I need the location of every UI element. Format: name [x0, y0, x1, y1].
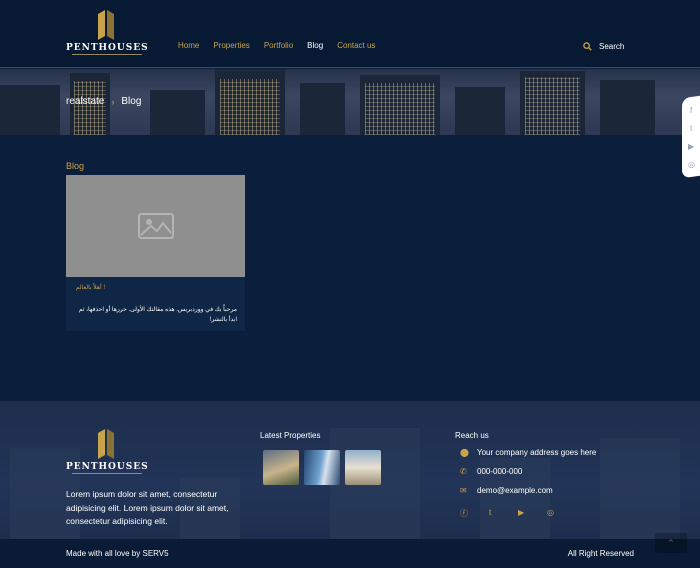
footer-logo-text: PENTHOUSES [66, 462, 149, 472]
facebook-icon[interactable]: ⓕ [460, 508, 489, 519]
twitter-icon[interactable]: t [489, 508, 518, 519]
youtube-icon[interactable]: ▶ [518, 508, 547, 519]
twitter-icon[interactable]: t [690, 124, 692, 133]
breadcrumb-root[interactable]: realstate [66, 96, 104, 107]
logo-mark-icon [98, 429, 114, 459]
footer-social: ⓕ t ▶ ◎ [460, 508, 576, 519]
logo-underline [72, 54, 142, 55]
latest-properties-heading: Latest Properties [260, 431, 321, 440]
nav-blog[interactable]: Blog [307, 41, 323, 50]
footer-logo[interactable]: PENTHOUSES [66, 429, 148, 475]
location-pin-icon: ⬤ [460, 448, 469, 457]
site-logo[interactable]: PENTHOUSES [66, 10, 148, 56]
chevron-right-icon: › [111, 96, 115, 107]
breadcrumb: realstate › Blog [66, 96, 141, 107]
footer-address: ⬤ Your company address goes here [460, 448, 597, 457]
post-title[interactable]: أهلاً بالعالم ! [76, 284, 105, 291]
nav-contact[interactable]: Contact us [337, 41, 375, 50]
site-header: PENTHOUSES Home Properties Portfolio Blo… [0, 0, 700, 68]
property-thumb[interactable] [345, 450, 381, 485]
main-nav: Home Properties Portfolio Blog Contact u… [178, 41, 389, 50]
back-to-top-button[interactable]: ⌃ [655, 533, 687, 553]
post-excerpt: مرحباً بك في ووردبريس. هذه مقالتك الأولى… [78, 307, 237, 323]
site-footer: PENTHOUSES Lorem ipsum dolor sit amet, c… [0, 401, 700, 568]
footer-about: Lorem ipsum dolor sit amet, consectetur … [66, 489, 229, 526]
phone-icon: ✆ [460, 467, 467, 476]
search-button[interactable]: Search [583, 42, 624, 51]
envelope-icon: ✉ [460, 486, 467, 495]
property-thumb[interactable] [263, 450, 299, 485]
nav-home[interactable]: Home [178, 41, 199, 50]
search-icon [583, 42, 592, 51]
footer-credit: Made with all love by SERV5 [66, 549, 169, 558]
whatsapp-icon[interactable]: ◎ [688, 160, 695, 169]
whatsapp-icon[interactable]: ◎ [547, 508, 576, 519]
facebook-icon[interactable]: f [690, 106, 692, 115]
footer-bottom-bar: Made with all love by SERV5 All Right Re… [0, 539, 700, 568]
footer-rights: All Right Reserved [567, 549, 634, 558]
property-thumb[interactable] [304, 450, 340, 485]
section-title: Blog [66, 161, 85, 171]
side-social-bar: f t ▶ ◎ [682, 95, 700, 179]
footer-email[interactable]: ✉ demo@example.com [460, 486, 553, 495]
search-label: Search [599, 42, 625, 51]
image-placeholder-icon [137, 213, 174, 239]
footer-phone[interactable]: ✆ 000-000-000 [460, 467, 522, 476]
post-card[interactable]: أهلاً بالعالم ! مرحباً بك في ووردبريس. ه… [66, 175, 245, 331]
nav-portfolio[interactable]: Portfolio [264, 41, 293, 50]
chevron-up-icon: ⌃ [667, 537, 675, 548]
logo-text: PENTHOUSES [66, 43, 149, 53]
logo-mark-icon [98, 10, 114, 40]
breadcrumb-current: Blog [121, 96, 142, 107]
reach-us-heading: Reach us [455, 431, 489, 440]
nav-properties[interactable]: Properties [213, 41, 249, 50]
youtube-icon[interactable]: ▶ [688, 142, 694, 151]
post-thumbnail[interactable] [66, 175, 245, 277]
